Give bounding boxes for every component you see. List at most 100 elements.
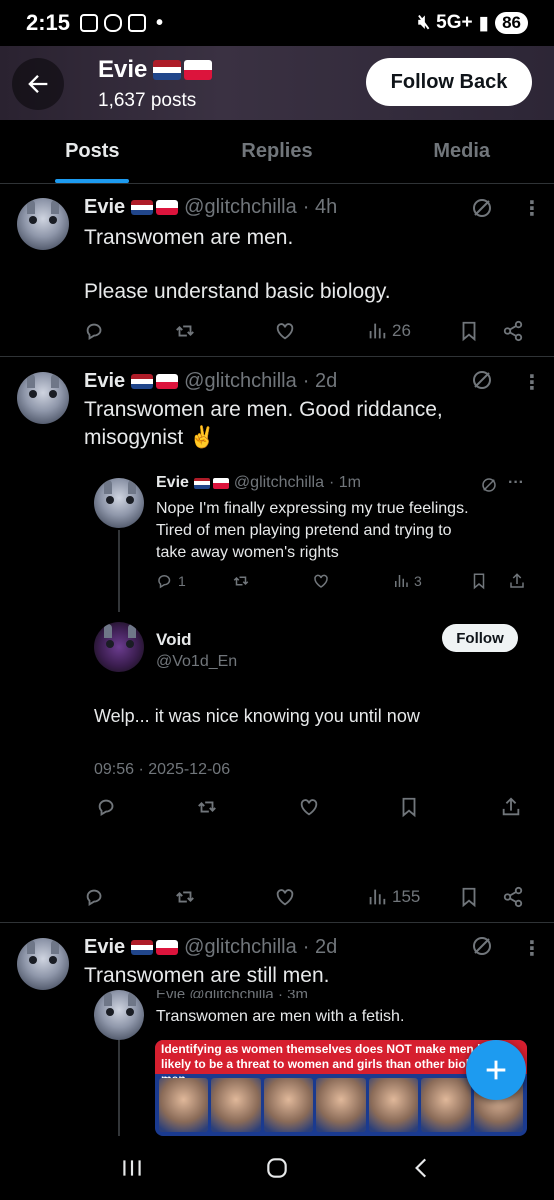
more-icon[interactable]: ⋮ [522,936,542,961]
follow-back-button[interactable]: Follow Back [366,58,532,106]
bookmark-button[interactable] [458,320,480,342]
repost-button[interactable] [232,572,250,590]
share-button[interactable] [502,886,524,908]
image-face [159,1078,209,1132]
profile-header: Evie 1,637 posts Follow Back [0,46,554,120]
share-button[interactable] [500,796,522,818]
netherlands-flag-icon [193,477,210,489]
quoted-text: Transwomen are men with a fetish. [156,1008,405,1025]
share-button[interactable] [502,320,524,342]
netherlands-flag-icon [131,940,154,955]
author-name[interactable]: Evie [84,196,125,219]
post-text: Transwomen are still men. [84,964,330,987]
avatar[interactable] [17,198,69,250]
home-icon[interactable] [264,1155,290,1181]
author-name[interactable]: Evie [156,474,189,492]
heart-icon [300,799,318,816]
image-face [263,1078,314,1132]
nested-post-text: Tired of men playing pretend and trying … [156,522,452,539]
more-icon[interactable]: ··· [508,474,524,492]
quoted-header-partial: Evie @glitchchilla · 3m [156,990,308,998]
arrow-left-icon [28,75,48,93]
status-bar: 2:15 • 🔇︎ 5G+ ▮ 86 [0,0,554,46]
author-flags [131,374,179,389]
repost-icon [198,801,216,813]
divider [0,356,554,357]
avatar[interactable] [17,372,69,424]
tab-posts[interactable]: Posts [0,120,185,183]
nested-post-text: take away women's rights [156,544,339,561]
author-name[interactable]: Evie [84,370,125,393]
share-icon [510,573,524,588]
reply-button[interactable] [84,320,106,342]
avatar[interactable] [94,990,144,1040]
like-button[interactable] [274,886,296,908]
repost-icon [176,325,194,337]
netherlands-flag-icon [131,200,154,215]
like-button[interactable] [298,796,320,818]
author-handle[interactable]: @glitchchilla [234,474,324,492]
repost-button[interactable] [174,886,196,908]
reply-author-handle[interactable]: @Vo1d_En [156,648,237,676]
avatar[interactable] [94,478,144,528]
poland-flag-icon [212,477,229,489]
divider [0,922,554,923]
post-time: · 2d [302,936,338,958]
bookmark-button[interactable] [470,572,488,590]
views-button[interactable]: 26 [366,320,411,342]
grok-icon[interactable] [480,476,498,494]
back-nav-icon[interactable] [409,1155,435,1181]
follow-button[interactable]: Follow [442,624,518,652]
views-count: 155 [392,887,421,906]
grok-icon[interactable] [470,196,494,220]
views-button[interactable]: 3 [392,572,422,590]
avatar[interactable] [17,938,69,990]
reply-count: 1 [178,573,186,589]
thread-line [118,530,120,612]
bookmark-button[interactable] [398,796,420,818]
poland-flag-icon [156,940,179,955]
avatar[interactable] [94,622,144,672]
more-icon[interactable]: ⋮ [522,196,542,221]
like-button[interactable] [312,572,330,590]
network-label: 5G+ [436,12,473,33]
recent-apps-icon[interactable] [119,1155,145,1181]
share-button[interactable] [508,572,526,590]
back-button[interactable] [12,58,64,110]
more-icon[interactable]: ⋮ [522,370,542,395]
bar-chart-icon [395,575,408,587]
profile-name: Evie [98,56,148,83]
grok-icon[interactable] [470,368,494,392]
reply-button[interactable] [84,886,106,908]
repost-button[interactable] [174,320,196,342]
compose-button[interactable] [466,1040,526,1100]
author-name[interactable]: Evie [84,936,125,959]
bar-chart-icon [369,889,386,905]
bookmark-icon [462,887,476,908]
author-handle[interactable]: @glitchchilla [184,936,297,959]
tab-replies[interactable]: Replies [185,120,370,183]
reply-button[interactable] [96,796,118,818]
views-button[interactable]: 155 [366,886,420,908]
author-flags [193,477,229,489]
nested-post-header: Evie @glitchchilla · 1m [156,474,361,492]
share-icon [503,320,523,342]
author-handle[interactable]: @glitchchilla [184,370,297,393]
author-flags [131,200,179,215]
repost-button[interactable] [196,796,218,818]
status-right: 🔇︎ 5G+ ▮ 86 [418,12,528,35]
grok-icon[interactable] [470,934,494,958]
battery-badge: 86 [495,12,528,34]
reply-button[interactable]: 1 [156,572,186,590]
like-button[interactable] [274,320,296,342]
tab-media[interactable]: Media [369,120,554,183]
mute-icon: 🔇︎ [418,12,431,33]
bookmark-button[interactable] [458,886,480,908]
post-text: Transwomen are men. Good riddance, [84,398,443,421]
notification-icon [80,14,99,32]
author-handle[interactable]: @glitchchilla [184,196,297,219]
bookmark-icon [473,573,485,590]
status-time: 2:15 [26,10,71,35]
heart-icon [276,889,294,906]
post-text: Transwomen are men. [84,226,294,249]
